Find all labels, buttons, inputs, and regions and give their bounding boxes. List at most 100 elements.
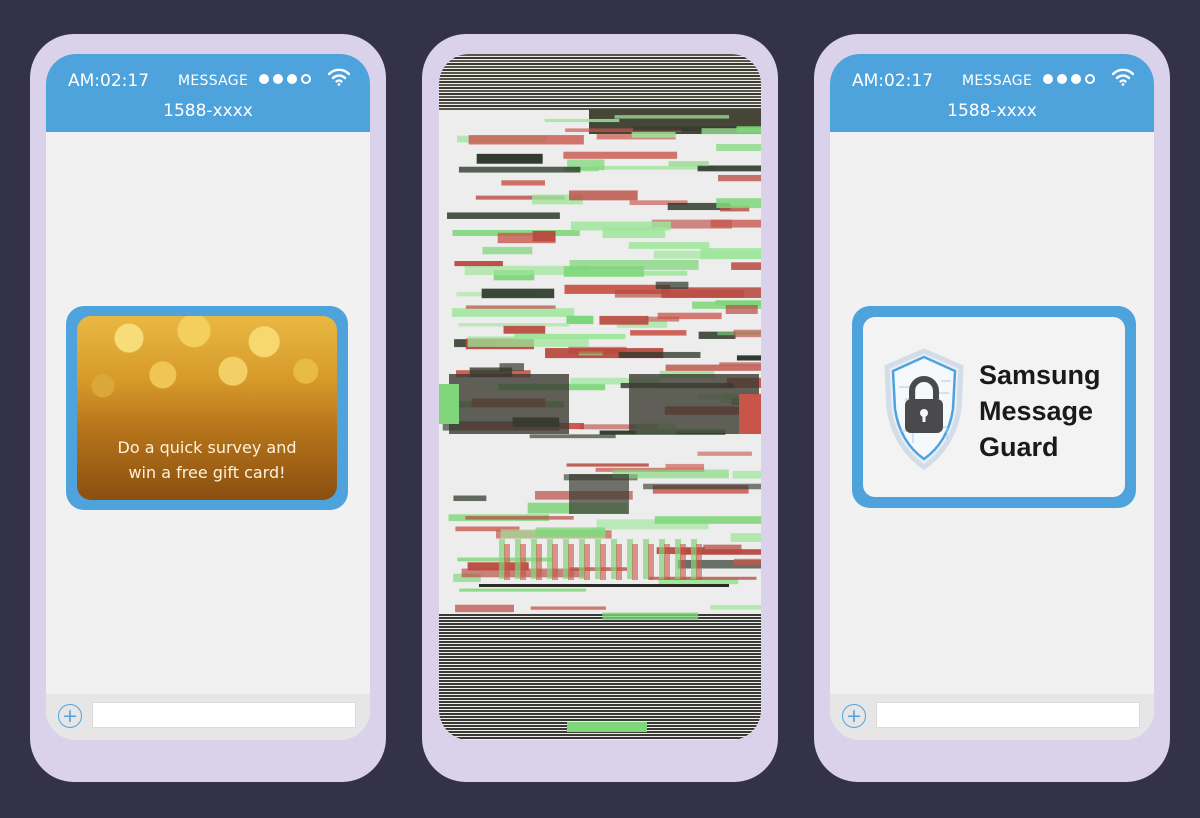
glitch-stripe (439, 75, 761, 77)
glitch-stripe (628, 242, 710, 249)
glitch-stripe (536, 544, 542, 580)
glitch-stripe (468, 135, 584, 145)
wifi-icon (1112, 68, 1134, 86)
glitch-stripe (449, 374, 569, 434)
add-attachment-button[interactable]: + (842, 704, 866, 728)
glitch-stripe (439, 617, 761, 619)
message-input[interactable] (92, 702, 356, 728)
glitch-stripe (439, 384, 459, 424)
glitch-stripe (648, 544, 654, 580)
glitch-stripe (697, 451, 752, 456)
glitch-stripe (439, 641, 761, 643)
glitch-stripe (739, 394, 761, 434)
glitch-stripe (710, 219, 761, 228)
message-header: AM:02:17 MESSAGE 1588-xxxx (46, 54, 370, 132)
glitch-stripe (503, 325, 546, 334)
glitch-stripe (504, 544, 510, 580)
glitch-skull-screen (439, 54, 761, 740)
glitch-stripe (594, 165, 716, 170)
glitch-stripe (452, 308, 575, 317)
glitch-stripe (439, 680, 761, 682)
glitch-stripe (566, 463, 649, 467)
glitch-stripe (439, 695, 761, 697)
glitch-stripe (439, 656, 761, 658)
glitch-stripe (552, 544, 558, 580)
plus-icon: + (62, 704, 78, 727)
glitch-stripe (725, 304, 758, 314)
glitch-stripe (697, 165, 761, 172)
glitch-stripe (716, 198, 761, 209)
plus-icon: + (846, 704, 862, 727)
glitch-stripe (568, 544, 574, 580)
glitch-stripe (439, 60, 761, 62)
glitch-stripe (501, 180, 545, 186)
glitch-stripe (439, 102, 761, 104)
glitch-stripe (731, 262, 761, 270)
glitch-stripe (643, 483, 761, 490)
glitch-stripe (439, 66, 761, 68)
glitch-stripe (602, 612, 699, 620)
glitch-stripe (544, 118, 620, 123)
glitch-stripe (458, 166, 581, 173)
glitch-stripe (618, 351, 701, 358)
glitch-stripe (664, 544, 670, 580)
glitch-stripe (439, 629, 761, 631)
glitch-stripe (459, 588, 586, 592)
glitch-stripe (657, 312, 722, 320)
glitch-stripe (736, 126, 761, 133)
glitch-stripe (439, 87, 761, 89)
gift-card-image: Do a quick survey and win a free gift ca… (77, 316, 337, 500)
glitch-stripe (514, 333, 626, 340)
glitch-stripe (734, 558, 761, 566)
glitch-stripe (439, 737, 761, 739)
shield-lock-icon (884, 348, 964, 471)
glitch-stripe (439, 653, 761, 655)
glitch-stripe (630, 330, 687, 336)
glitch-stripe (696, 544, 702, 580)
glitch-stripe (439, 84, 761, 86)
status-app-label: MESSAGE (962, 73, 1033, 89)
contact-number: 1588-xxxx (947, 101, 1037, 121)
phone-screen: AM:02:17 MESSAGE 1588-xxxx Samsung Messa… (830, 54, 1154, 740)
glitch-stripe (736, 355, 761, 361)
status-app-label: MESSAGE (178, 73, 249, 89)
compose-bar: + (830, 694, 1154, 740)
glitch-stripe (716, 143, 761, 152)
glitch-stripe (439, 57, 761, 59)
glitch-stripe (665, 364, 761, 371)
glitch-stripe (668, 161, 709, 167)
glitch-stripe (439, 69, 761, 71)
glitch-stripe (569, 259, 699, 270)
glitch-stripe (454, 261, 503, 267)
glitch-stripe (439, 719, 761, 721)
status-time: AM:02:17 (852, 71, 934, 91)
signal-dots-icon (1043, 74, 1095, 84)
message-input[interactable] (876, 702, 1140, 728)
message-bubble[interactable]: Do a quick survey and win a free gift ca… (66, 306, 348, 510)
glitch-stripe (631, 132, 676, 138)
glitch-stripe (439, 677, 761, 679)
glitch-stripe (439, 716, 761, 718)
glitch-stripe (439, 707, 761, 709)
glitch-stripe (719, 362, 761, 366)
glitch-stripe (654, 516, 761, 524)
phone-screen: AM:02:17 MESSAGE 1588-xxxx Do a quick su… (46, 54, 370, 740)
glitch-stripe (439, 647, 761, 649)
status-time: AM:02:17 (68, 71, 150, 91)
glitch-stripe (439, 635, 761, 637)
glitch-stripe (732, 470, 761, 479)
glitch-stripe (439, 620, 761, 622)
glitch-stripe (439, 689, 761, 691)
glitch-stripe (439, 614, 761, 616)
glitch-stripe (439, 662, 761, 664)
glitch-stripe (733, 329, 761, 338)
glitch-stripe (680, 544, 686, 580)
glitch-stripe (439, 674, 761, 676)
phone-scam-message: AM:02:17 MESSAGE 1588-xxxx Do a quick su… (30, 34, 386, 782)
glitch-stripe (569, 190, 638, 201)
contact-number: 1588-xxxx (163, 101, 253, 121)
add-attachment-button[interactable]: + (58, 704, 82, 728)
message-bubble[interactable]: Samsung Message Guard (852, 306, 1136, 508)
glitch-stripe (616, 544, 622, 580)
glitch-stripe (482, 246, 533, 255)
